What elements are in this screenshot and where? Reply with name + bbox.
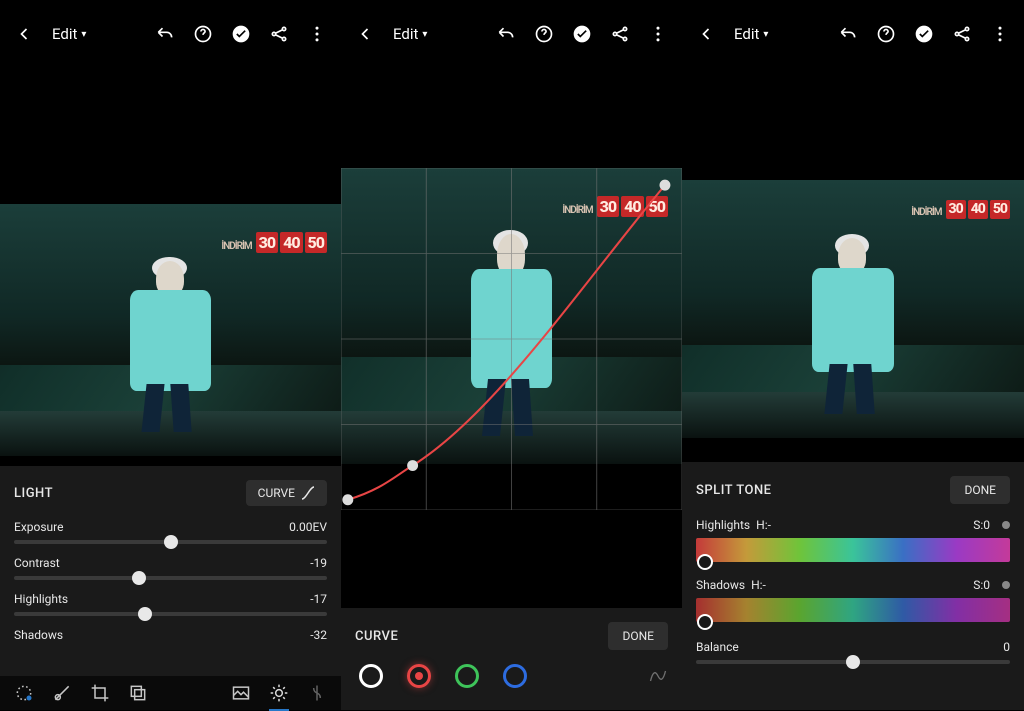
channel-red[interactable] [407, 664, 431, 688]
curve-point[interactable] [342, 494, 353, 505]
toolbar: Edit▾ [682, 0, 1024, 68]
edit-menu[interactable]: Edit▾ [393, 25, 427, 43]
share-icon[interactable] [952, 24, 972, 44]
heal-tool-icon[interactable] [52, 683, 72, 703]
balance-slider[interactable]: Balance0 [696, 640, 1010, 664]
light-panel: LIGHT CURVE Exposure0.00EV Contrast-19 H… [0, 466, 341, 676]
edit-label: Edit [52, 25, 77, 43]
edit-menu[interactable]: Edit ▾ [52, 25, 86, 43]
back-icon[interactable] [696, 24, 716, 44]
toolbar: Edit▾ [341, 0, 682, 68]
check-icon[interactable] [572, 24, 592, 44]
color-tool-icon[interactable] [307, 683, 327, 703]
curve-title: CURVE [355, 629, 398, 644]
picture-tool-icon[interactable] [231, 683, 251, 703]
contrast-slider[interactable]: Contrast-19 [14, 556, 327, 580]
caret-down-icon: ▾ [763, 29, 768, 40]
undo-icon[interactable] [155, 24, 175, 44]
channel-rgb[interactable] [359, 664, 383, 688]
caret-down-icon: ▾ [81, 29, 86, 40]
back-icon[interactable] [355, 24, 375, 44]
parametric-icon[interactable] [648, 666, 668, 686]
curve-panel: CURVE DONE [341, 608, 682, 710]
split-tone-title: SPLIT TONE [696, 483, 772, 498]
curve-editor[interactable]: İNDİRİM304050 [341, 168, 682, 510]
back-icon[interactable] [14, 24, 34, 44]
shadows-hue-slider[interactable]: Shadows H:- S:0 [696, 578, 1010, 622]
channel-green[interactable] [455, 664, 479, 688]
photo-preview[interactable]: İNDİRİM304050 [682, 180, 1024, 438]
highlights-slider[interactable]: Highlights-17 [14, 592, 327, 616]
profile-tool-icon[interactable] [14, 683, 34, 703]
curve-icon [301, 486, 315, 500]
crop-tool-icon[interactable] [90, 683, 110, 703]
tone-curve[interactable] [348, 185, 665, 500]
toolbar: Edit ▾ [0, 0, 341, 68]
undo-icon[interactable] [496, 24, 516, 44]
done-button[interactable]: DONE [608, 622, 668, 650]
share-icon[interactable] [269, 24, 289, 44]
more-icon[interactable] [307, 24, 327, 44]
exposure-slider[interactable]: Exposure0.00EV [14, 520, 327, 544]
channel-blue[interactable] [503, 664, 527, 688]
help-icon[interactable] [534, 24, 554, 44]
share-icon[interactable] [610, 24, 630, 44]
help-icon[interactable] [876, 24, 896, 44]
photo-preview[interactable]: İNDİRİM304050 [0, 204, 341, 456]
edit-menu[interactable]: Edit▾ [734, 25, 768, 43]
curve-button[interactable]: CURVE [246, 480, 327, 506]
more-icon[interactable] [648, 24, 668, 44]
curve-grid [341, 168, 682, 510]
check-icon[interactable] [914, 24, 934, 44]
light-tool-icon[interactable] [269, 683, 289, 703]
split-tone-panel: SPLIT TONE DONE Highlights H:- S:0 Shado… [682, 462, 1024, 710]
curve-point[interactable] [407, 460, 418, 471]
curve-point[interactable] [659, 180, 670, 191]
caret-down-icon: ▾ [422, 29, 427, 40]
presets-tool-icon[interactable] [128, 683, 148, 703]
highlights-hue-slider[interactable]: Highlights H:- S:0 [696, 518, 1010, 562]
more-icon[interactable] [990, 24, 1010, 44]
check-icon[interactable] [231, 24, 251, 44]
tool-strip [0, 676, 341, 710]
sat-dot [1002, 581, 1010, 589]
sign-text: İNDİRİM [219, 241, 253, 253]
undo-icon[interactable] [838, 24, 858, 44]
shadows-slider[interactable]: Shadows-32 [14, 628, 327, 642]
done-button[interactable]: DONE [950, 476, 1010, 504]
help-icon[interactable] [193, 24, 213, 44]
light-title: LIGHT [14, 486, 53, 501]
sat-dot [1002, 521, 1010, 529]
